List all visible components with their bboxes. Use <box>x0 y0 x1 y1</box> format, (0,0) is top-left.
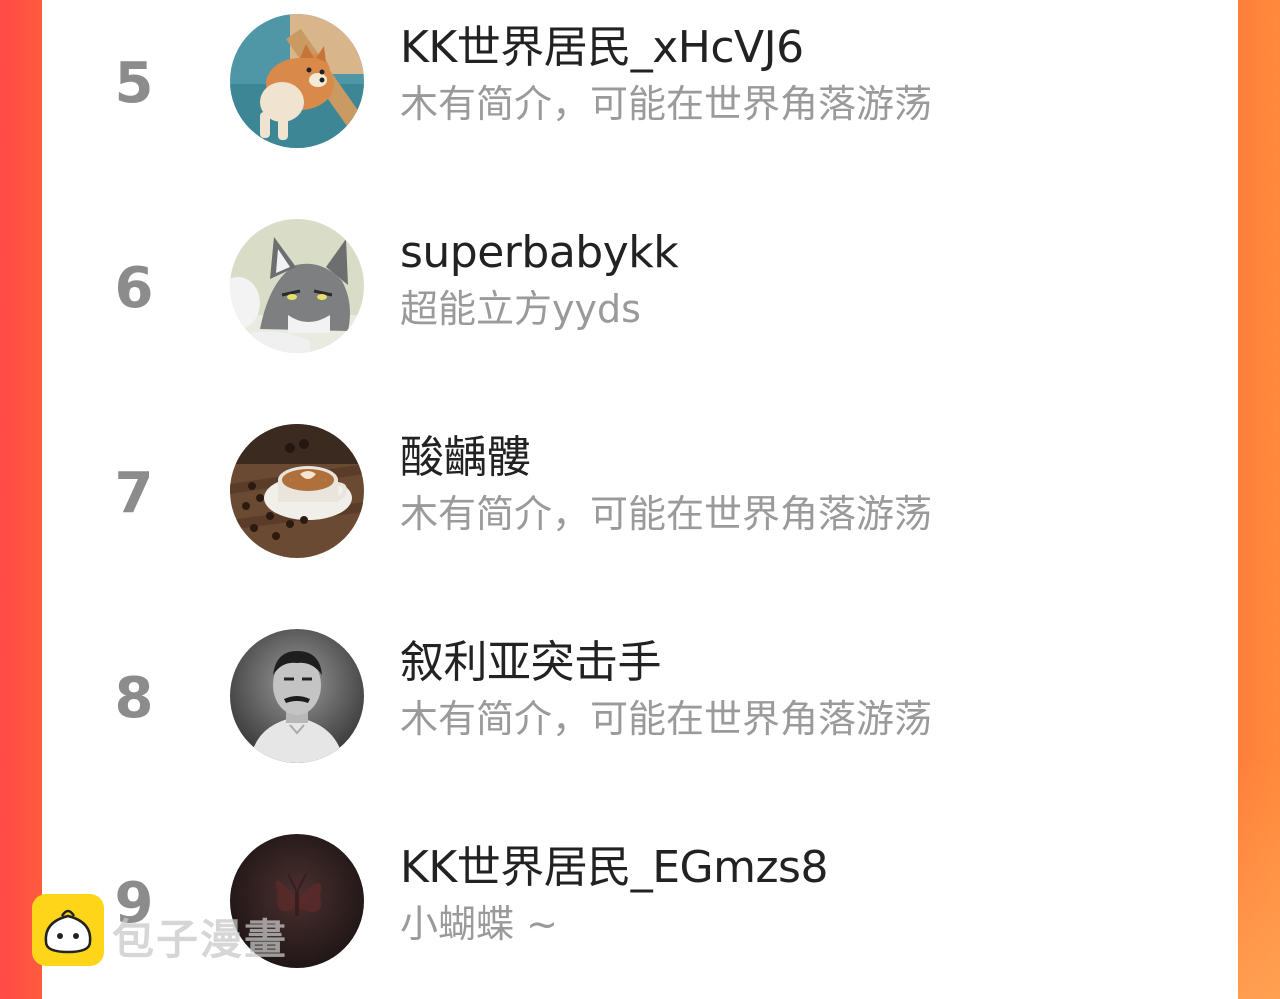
coffee-cup-avatar[interactable] <box>230 424 364 558</box>
portrait-man-avatar[interactable] <box>230 629 364 763</box>
ranking-row[interactable]: 6 superbabykk 超能立方yyds <box>42 219 1238 389</box>
user-name[interactable]: superbabykk <box>400 225 679 281</box>
ranking-row[interactable]: 7 酸齲髏 木有简介，可能在世界角落游荡 <box>42 424 1238 594</box>
watermark: 包子漫畫 <box>32 894 322 968</box>
user-bio: 木有简介，可能在世界角落游荡 <box>400 82 933 126</box>
ranking-row[interactable]: 5 KK世界居民_xHcVJ6 木有简介，可能在世界角落游荡 <box>42 14 1238 184</box>
rank-number: 6 <box>114 256 154 321</box>
rank-number: 7 <box>114 461 154 526</box>
user-bio: 超能立方yyds <box>400 287 641 331</box>
page: { "ranking": [ {"rank": "5", "name": "KK… <box>0 0 1280 999</box>
ranking-panel: 5 KK世界居民_xHcVJ6 木有简介，可能在世界角落游荡 6 superba… <box>42 0 1238 999</box>
shiba-dog-avatar[interactable] <box>230 14 364 148</box>
user-name[interactable]: 叙利亚突击手 <box>400 635 662 691</box>
side-glow <box>1238 760 1280 999</box>
user-bio: 木有简介，可能在世界角落游荡 <box>400 492 933 536</box>
user-name[interactable]: KK世界居民_xHcVJ6 <box>400 20 804 76</box>
rank-number: 8 <box>114 666 154 731</box>
watermark-text: 包子漫畫 <box>112 915 289 964</box>
baozi-logo-icon <box>32 894 104 966</box>
user-name[interactable]: KK世界居民_EGmzs8 <box>400 840 828 896</box>
user-name[interactable]: 酸齲髏 <box>400 430 531 486</box>
user-bio: 木有简介，可能在世界角落游荡 <box>400 697 933 741</box>
ranking-row[interactable]: 8 叙利亚突击手 木有简介，可能在世界角落游荡 <box>42 629 1238 799</box>
cartoon-wolf-avatar[interactable] <box>230 219 364 353</box>
rank-number: 5 <box>114 51 154 116</box>
user-bio: 小蝴蝶 ~ <box>400 902 558 946</box>
